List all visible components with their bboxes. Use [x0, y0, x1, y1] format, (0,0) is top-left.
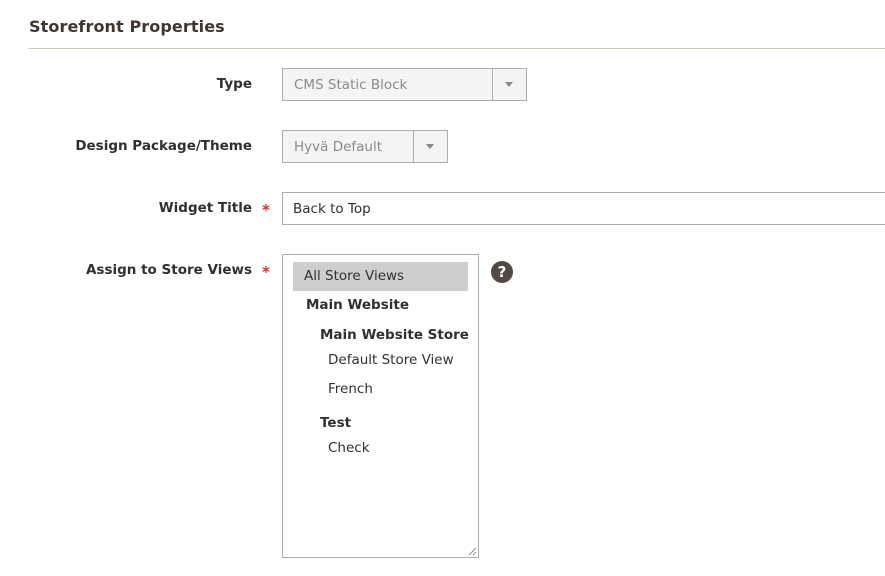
- store-views-label: Assign to Store Views: [85, 262, 252, 278]
- widget-title-required-mark: *: [262, 201, 270, 219]
- design-theme-select-toggle[interactable]: [413, 131, 447, 162]
- resize-grip-icon[interactable]: [467, 546, 477, 556]
- design-theme-select-value: Hyvä Default: [294, 139, 383, 155]
- store-views-multiselect[interactable]: All Store Views Main Website Main Websit…: [282, 254, 479, 558]
- design-theme-label: Design Package/Theme: [75, 138, 252, 154]
- widget-title-input[interactable]: [282, 192, 885, 225]
- section-divider: [28, 48, 885, 49]
- design-theme-select[interactable]: Hyvä Default: [282, 130, 448, 163]
- section-title: Storefront Properties: [29, 17, 225, 36]
- chevron-down-icon: [505, 82, 513, 87]
- store-group-main-website-store: Main Website Store: [320, 327, 469, 343]
- store-group-main-website: Main Website: [306, 297, 409, 313]
- store-option-check[interactable]: Check: [328, 440, 370, 456]
- question-circle-icon[interactable]: ?: [491, 261, 513, 283]
- type-select[interactable]: CMS Static Block: [282, 68, 527, 101]
- store-option-default-store-view[interactable]: Default Store View: [328, 352, 454, 368]
- type-select-toggle[interactable]: [492, 69, 526, 100]
- store-views-required-mark: *: [262, 263, 270, 281]
- storefront-properties-page: Storefront Properties Type CMS Static Bl…: [0, 0, 885, 576]
- store-option-all-store-views[interactable]: All Store Views: [293, 262, 468, 291]
- type-select-value: CMS Static Block: [294, 77, 408, 93]
- chevron-down-icon: [426, 144, 434, 149]
- store-option-french[interactable]: French: [328, 381, 373, 397]
- store-option-label: All Store Views: [304, 268, 405, 284]
- store-group-test: Test: [320, 415, 352, 431]
- widget-title-label: Widget Title: [158, 200, 252, 216]
- type-label: Type: [216, 76, 252, 92]
